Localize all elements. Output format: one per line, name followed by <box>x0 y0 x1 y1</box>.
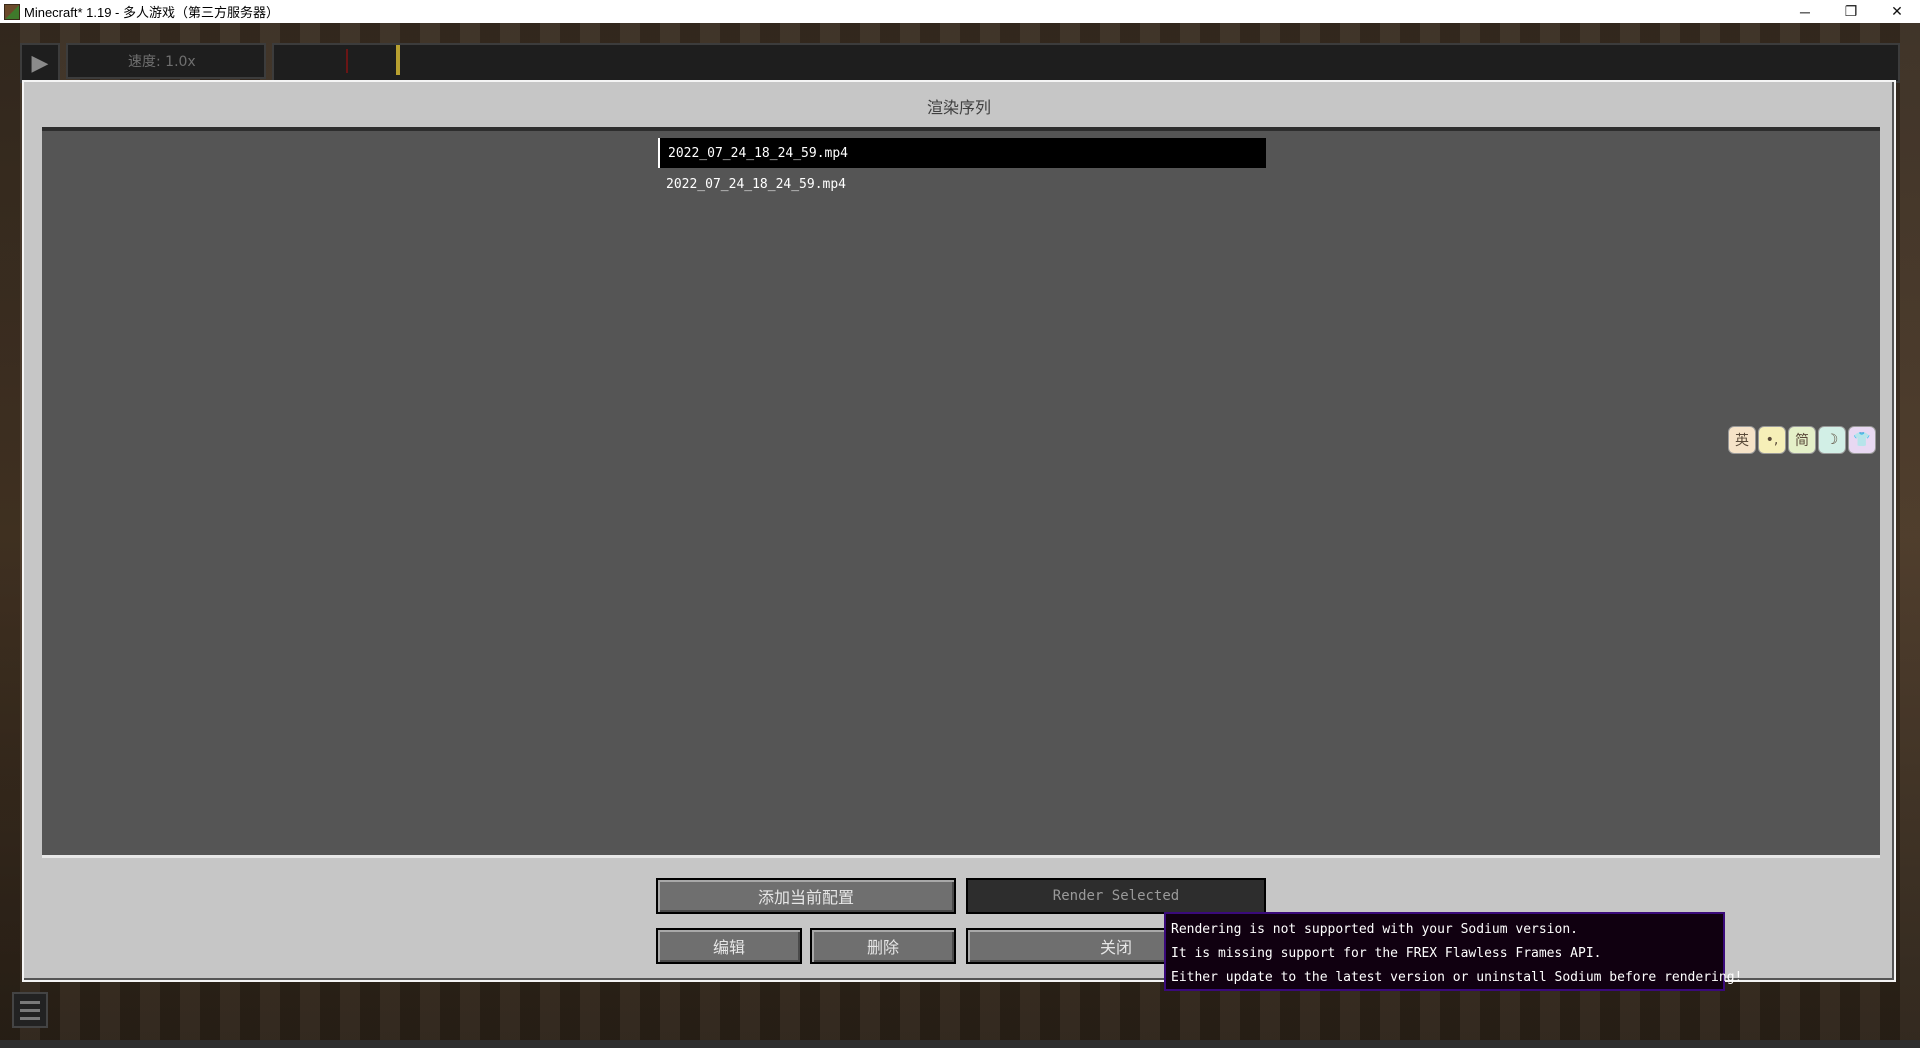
tooltip-line: Rendering is not supported with your Sod… <box>1171 922 1578 937</box>
render-queue-list[interactable]: 2022_07_24_18_24_59.mp4 2022_07_24_18_24… <box>42 127 1880 858</box>
ime-skin-icon[interactable]: 👕 <box>1848 426 1876 454</box>
menu-line <box>20 1008 40 1012</box>
ime-punctuation-icon[interactable]: •, <box>1758 426 1786 454</box>
timeline-cursor[interactable] <box>396 45 400 75</box>
menu-icon[interactable] <box>12 992 48 1028</box>
menu-line <box>20 1000 40 1004</box>
minecraft-app-icon <box>4 3 20 20</box>
queue-item[interactable]: 2022_07_24_18_24_59.mp4 <box>658 169 1266 199</box>
render-selected-button[interactable]: Render Selected <box>966 878 1266 914</box>
edit-button[interactable]: 编辑 <box>656 928 802 964</box>
speed-label: 速度: 1.0x <box>128 54 196 70</box>
queue-item-label: 2022_07_24_18_24_59.mp4 <box>668 145 849 161</box>
dialog-title: 渲染序列 <box>926 98 991 117</box>
menu-line <box>20 1016 40 1020</box>
ime-english-icon[interactable]: 英 <box>1728 426 1756 454</box>
close-window-button[interactable]: ✕ <box>1874 0 1920 23</box>
taskbar-strip <box>0 1040 1920 1048</box>
queue-item-label: 2022_07_24_18_24_59.mp4 <box>666 176 847 192</box>
restore-button[interactable]: ❐ <box>1828 0 1874 23</box>
render-queue-dialog: 渲染序列 2022_07_24_18_24_59.mp4 2022_07_24_… <box>22 80 1896 982</box>
window-title: Minecraft* 1.19 - 多人游戏（第三方服务器） <box>24 5 279 20</box>
speed-slider[interactable]: 速度: 1.0x <box>66 43 266 79</box>
tooltip-line: It is missing support for the FREX Flawl… <box>1171 946 1602 961</box>
play-icon: ▶ <box>31 50 49 76</box>
delete-button[interactable]: 删除 <box>810 928 956 964</box>
tooltip-line: Either update to the latest version or u… <box>1171 970 1743 985</box>
timeline-marker <box>346 49 348 73</box>
render-warning-tooltip: Rendering is not supported with your Sod… <box>1164 912 1743 991</box>
minimize-button[interactable]: ─ <box>1782 0 1828 23</box>
replay-timeline[interactable] <box>272 43 1900 83</box>
add-current-config-button[interactable]: 添加当前配置 <box>656 878 956 914</box>
queue-item[interactable]: 2022_07_24_18_24_59.mp4 <box>658 138 1266 168</box>
replay-controls-bar: ▶ 速度: 1.0x <box>20 43 1900 83</box>
ime-simplified-icon[interactable]: 简 <box>1788 426 1816 454</box>
ime-moon-icon[interactable]: ☽ <box>1818 426 1846 454</box>
window-title-bar: Minecraft* 1.19 - 多人游戏（第三方服务器） ─ ❐ ✕ <box>0 0 1920 23</box>
ime-toolbar: 英 •, 简 ☽ 👕 <box>1728 426 1876 454</box>
play-button[interactable]: ▶ <box>20 43 60 83</box>
